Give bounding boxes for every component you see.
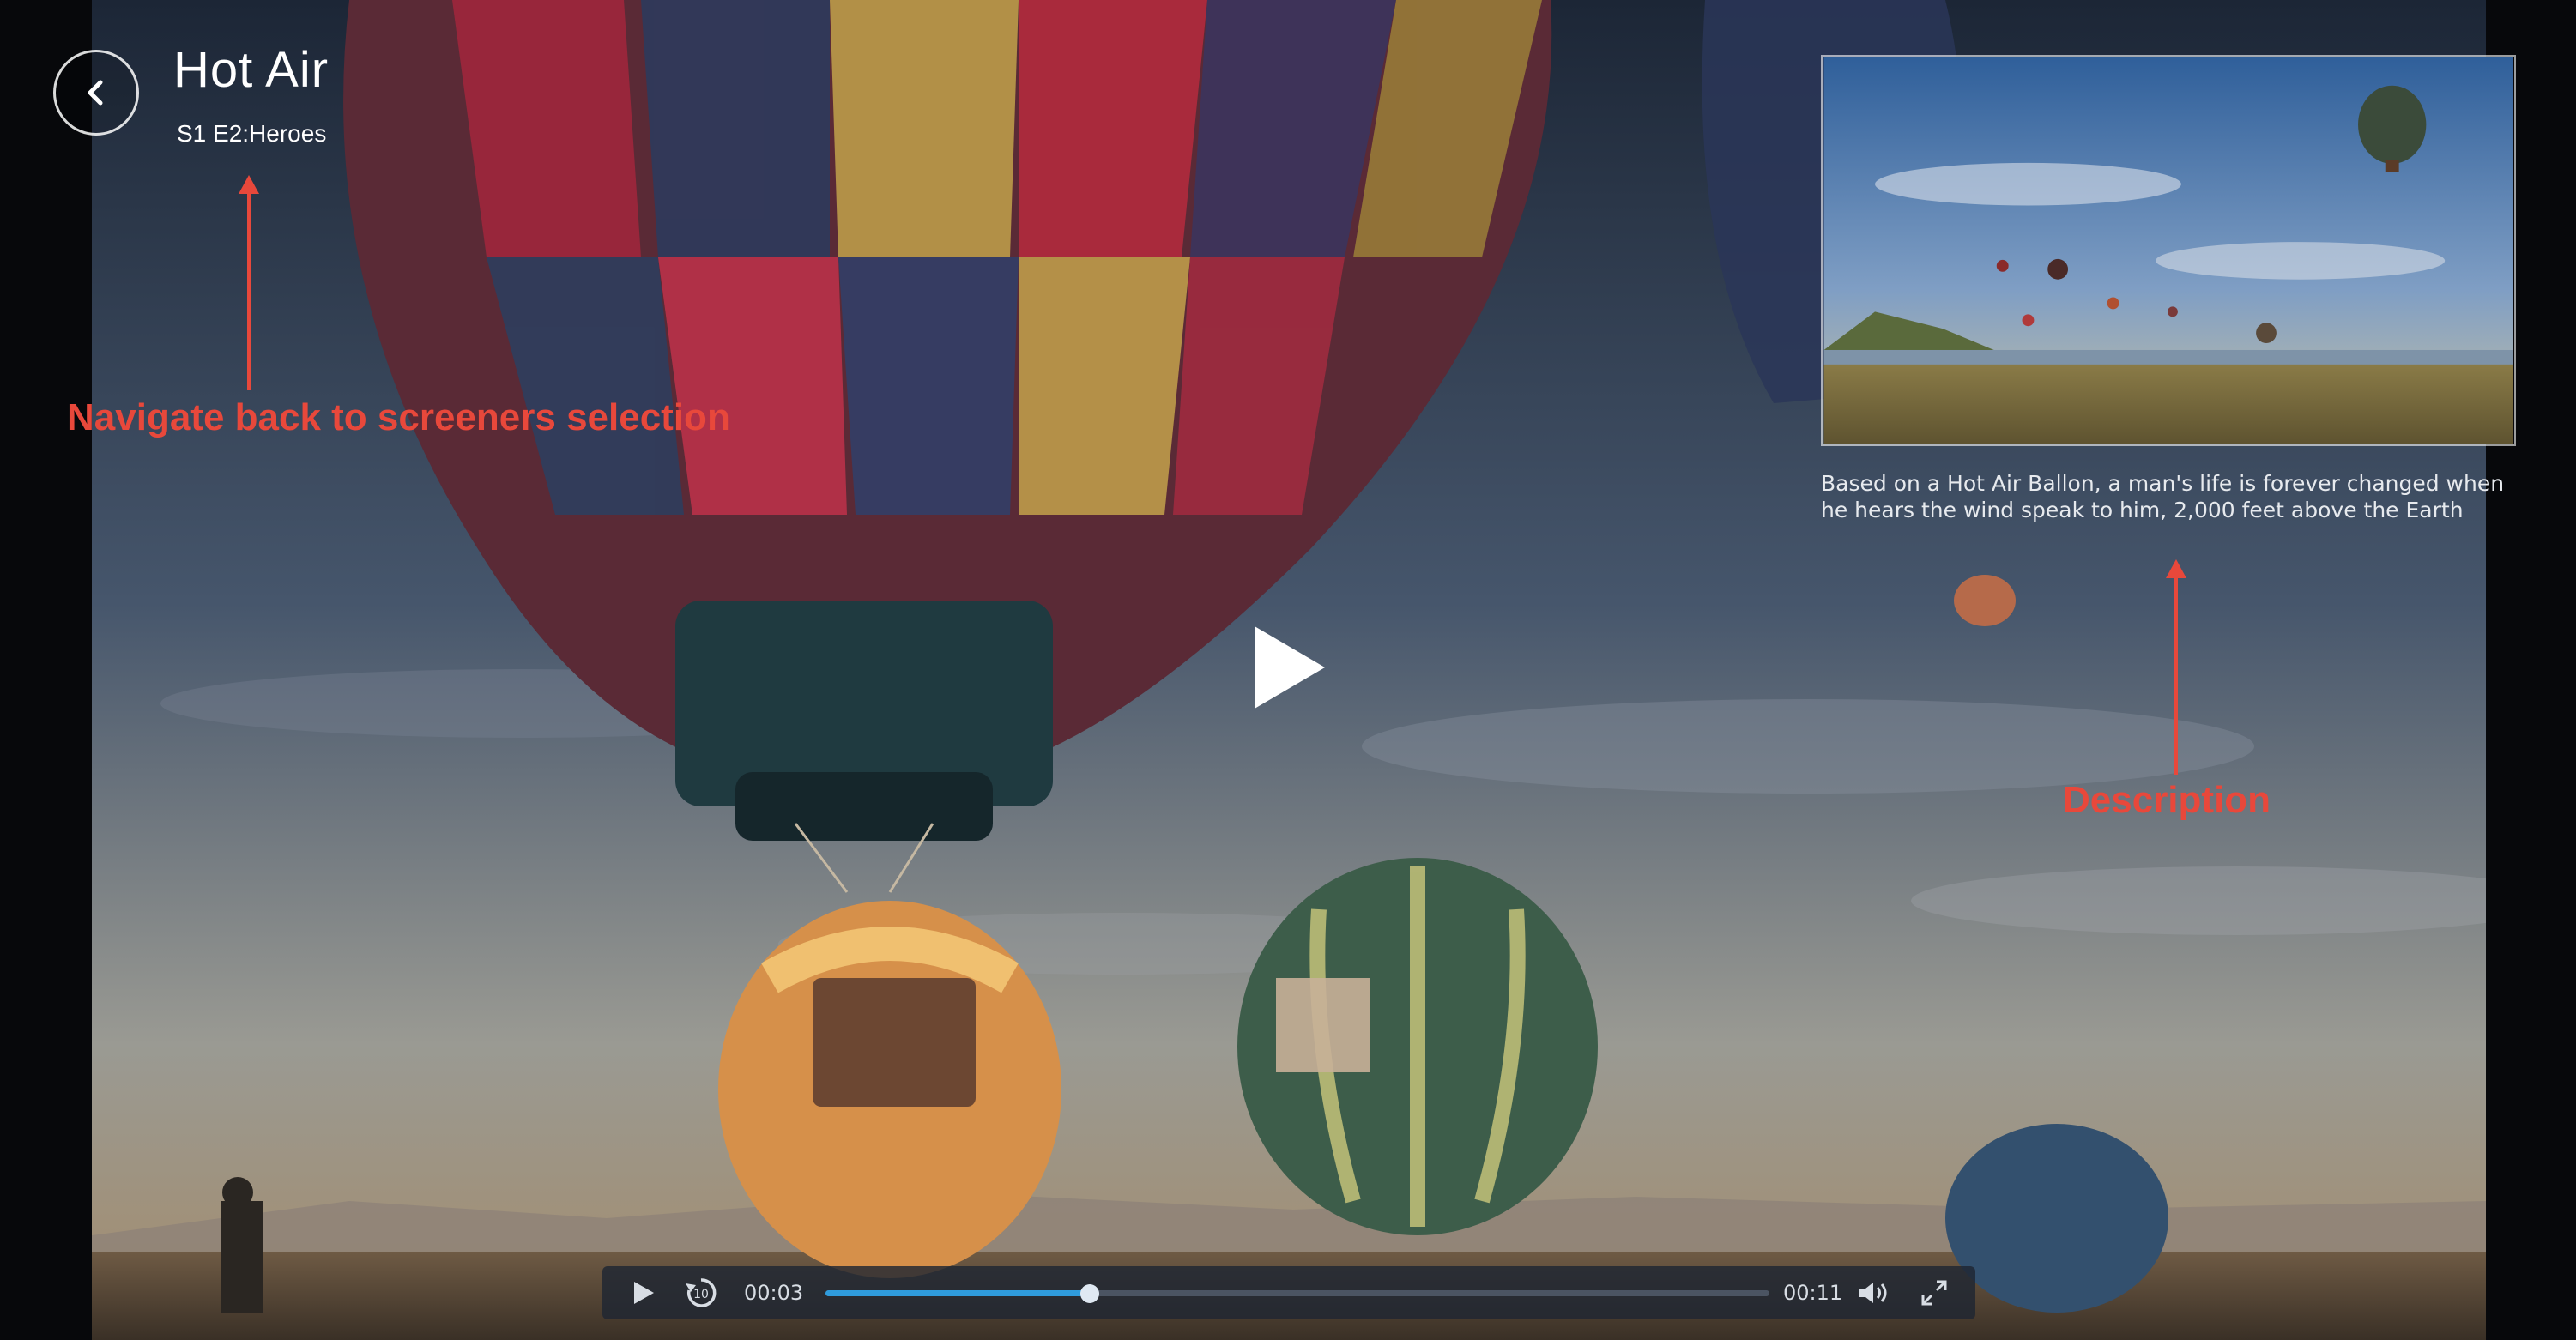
annotation-description-note: Description: [2063, 779, 2271, 821]
replay-10-icon: 10: [686, 1278, 717, 1307]
volume-icon: [1859, 1283, 1887, 1303]
video-player: Hot Air S1 E2:Heroes Navigate back to sc…: [0, 0, 2576, 1340]
progress-track[interactable]: [825, 1284, 1769, 1303]
fullscreen-button[interactable]: [1915, 1266, 1953, 1319]
back-button[interactable]: [53, 50, 139, 136]
preview-image: [1823, 57, 2513, 444]
chevron-left-icon: [88, 80, 103, 106]
episode-subtitle: S1 E2:Heroes: [177, 120, 327, 147]
fullscreen-icon: [1921, 1280, 1947, 1306]
volume-button[interactable]: [1855, 1266, 1893, 1319]
replay-10-label: 10: [693, 1288, 709, 1301]
replay-10-button[interactable]: 10: [681, 1266, 721, 1319]
play-icon: [1255, 626, 1325, 709]
play-button[interactable]: [626, 1266, 661, 1319]
episode-description: Based on a Hot Air Ballon, a man's life …: [1821, 471, 2505, 522]
preview-thumbnail: [1821, 55, 2516, 446]
annotation-arrow-back: [239, 175, 259, 390]
player-controls: 10 00:03 00:11: [602, 1266, 1975, 1319]
progress-scrubber[interactable]: [1080, 1284, 1099, 1303]
big-play-button[interactable]: [1246, 621, 1332, 714]
progress-fill: [825, 1290, 1090, 1296]
current-time: 00:03: [744, 1281, 804, 1305]
episode-title: Hot Air: [173, 42, 330, 98]
letterbox-left: [0, 0, 92, 1340]
annotation-back-note: Navigate back to screeners selection: [67, 396, 730, 438]
duration: 00:11: [1783, 1281, 1843, 1305]
play-icon: [634, 1282, 654, 1304]
annotation-arrow-description: [2166, 559, 2186, 775]
